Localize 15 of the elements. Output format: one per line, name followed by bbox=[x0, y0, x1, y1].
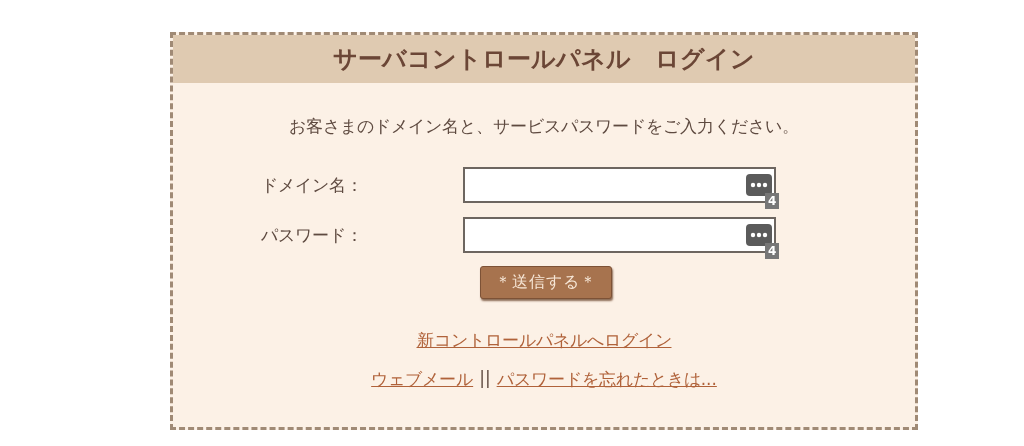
count-badge: 4 bbox=[765, 193, 780, 209]
webmail-link[interactable]: ウェブメール bbox=[371, 368, 474, 391]
instruction-text: お客さまのドメイン名と、サービスパスワードをご入力ください。 bbox=[288, 115, 800, 138]
input-field[interactable] bbox=[463, 167, 776, 203]
new-panel-link[interactable]: 新コントロールパネルへログイン bbox=[416, 330, 672, 350]
field-label: パスワード： bbox=[261, 223, 364, 247]
field-label: ドメイン名： bbox=[261, 173, 364, 197]
count-badge: 4 bbox=[765, 243, 780, 259]
password-manager-icon[interactable] bbox=[746, 224, 772, 246]
submit-button[interactable]: ＊送信する＊ bbox=[480, 266, 612, 299]
input-field[interactable] bbox=[463, 217, 776, 253]
panel-title: サーバコントロールパネル ログイン bbox=[333, 44, 755, 75]
forgot-password-link[interactable]: パスワードを忘れたときは... bbox=[496, 368, 717, 391]
password-manager-icon[interactable] bbox=[746, 174, 772, 196]
link-separator: || bbox=[479, 368, 491, 390]
